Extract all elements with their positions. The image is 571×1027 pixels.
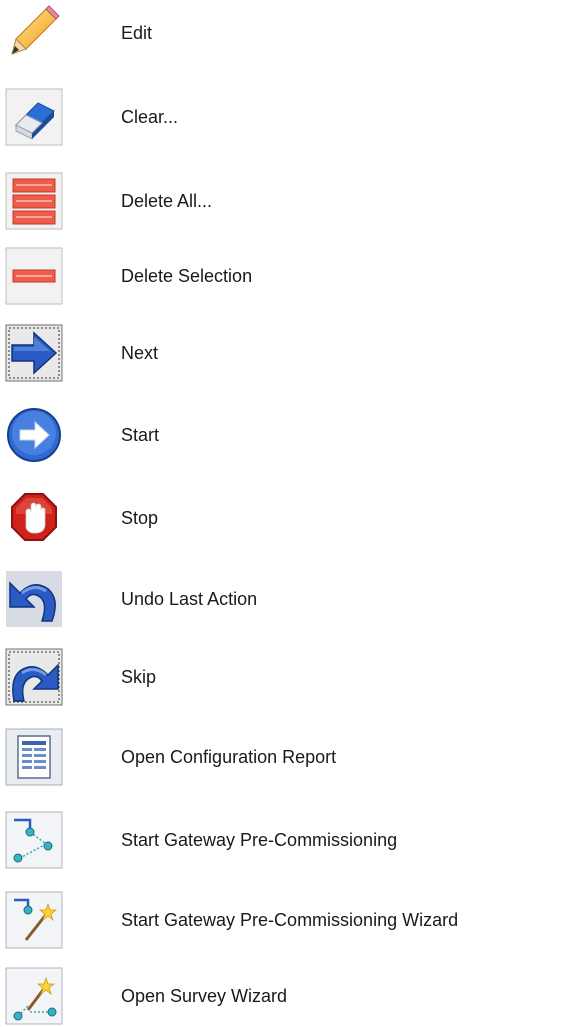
item-label: Open Configuration Report <box>121 747 337 767</box>
delete-all-icon[interactable] <box>4 171 64 231</box>
list-item-stop: Stop <box>0 488 571 548</box>
item-label: Skip <box>121 667 157 687</box>
item-label: Delete Selection <box>121 266 253 286</box>
item-label: Clear... <box>121 107 179 127</box>
list-item-delete-selection: Delete Selection <box>0 246 571 306</box>
item-label: Next <box>121 343 159 363</box>
item-label: Edit <box>121 23 153 43</box>
item-label: Undo Last Action <box>121 589 258 609</box>
list-item-edit: Edit <box>0 3 571 63</box>
gateway-precommissioning-icon[interactable] <box>4 810 64 870</box>
item-label: Start <box>121 425 160 445</box>
next-arrow-icon[interactable] <box>4 323 64 383</box>
gateway-wizard-icon[interactable] <box>4 890 64 950</box>
list-item-delete-all: Delete All... <box>0 171 571 231</box>
item-label: Delete All... <box>121 191 213 211</box>
list-item-clear: Clear... <box>0 87 571 147</box>
undo-icon[interactable] <box>4 569 64 629</box>
item-label: Start Gateway Pre-Commissioning <box>121 830 398 850</box>
start-icon[interactable] <box>4 405 64 465</box>
list-item-gateway-precommissioning: Start Gateway Pre-Commissioning <box>0 810 571 870</box>
delete-selection-icon[interactable] <box>4 246 64 306</box>
list-item-configuration-report: Open Configuration Report <box>0 727 571 787</box>
pencil-icon[interactable] <box>4 3 64 63</box>
list-item-start: Start <box>0 405 571 465</box>
item-label: Open Survey Wizard <box>121 986 288 1006</box>
item-label: Start Gateway Pre-Commissioning Wizard <box>121 910 459 930</box>
stop-hand-icon[interactable] <box>4 488 64 548</box>
report-icon[interactable] <box>4 727 64 787</box>
list-item-gateway-wizard: Start Gateway Pre-Commissioning Wizard <box>0 890 571 950</box>
skip-icon[interactable] <box>4 647 64 707</box>
list-item-undo: Undo Last Action <box>0 569 571 629</box>
eraser-icon[interactable] <box>4 87 64 147</box>
list-item-skip: Skip <box>0 647 571 707</box>
list-item-next: Next <box>0 323 571 383</box>
list-item-survey-wizard: Open Survey Wizard <box>0 966 571 1026</box>
survey-wizard-icon[interactable] <box>4 966 64 1026</box>
item-label: Stop <box>121 508 159 528</box>
